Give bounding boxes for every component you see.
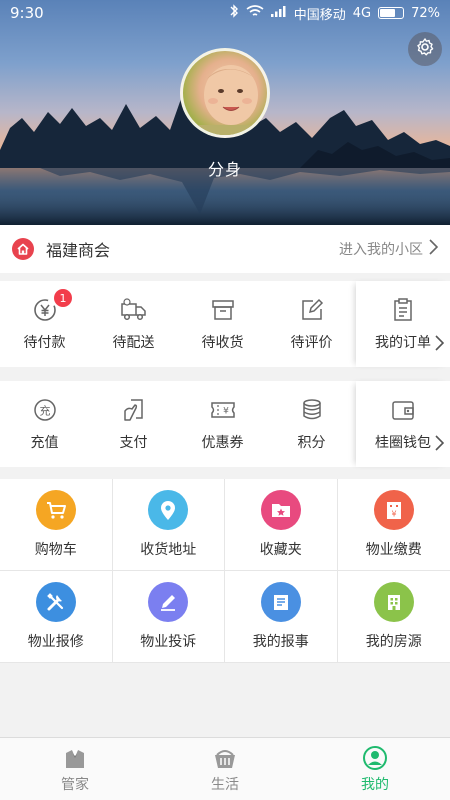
gear-icon: [415, 37, 435, 61]
community-bar[interactable]: 福建商会 进入我的小区: [0, 225, 450, 273]
service-complaint[interactable]: 物业投诉: [112, 571, 225, 663]
profile-header: 9:30 中国移动 4G 72% 分身: [0, 0, 450, 225]
wallet-item-label: 支付: [119, 435, 148, 451]
pen-icon: [148, 582, 189, 622]
tab-mine[interactable]: 我的: [300, 738, 450, 800]
service-label: 物业投诉: [140, 634, 197, 650]
service-label: 购物车: [34, 542, 77, 558]
tab-life[interactable]: 生活: [150, 738, 300, 800]
service-label: 收货地址: [140, 542, 197, 558]
user-icon: [363, 745, 387, 770]
service-my-reports[interactable]: 我的报事: [225, 571, 338, 663]
service-property-fee[interactable]: ¥ 物业缴费: [337, 479, 450, 571]
svg-text:¥: ¥: [223, 407, 229, 417]
wallet-item-label: 积分: [297, 435, 326, 451]
newspaper-icon: [260, 582, 301, 622]
folder-star-icon: [260, 490, 301, 530]
basket-icon: [215, 749, 235, 768]
wallet-recharge[interactable]: 充 充值: [0, 381, 89, 467]
tab-butler[interactable]: 管家: [0, 738, 150, 800]
service-repair[interactable]: 物业报修: [0, 571, 113, 663]
recharge-icon: 充: [33, 399, 56, 421]
services-grid: 购物车 收货地址 收藏夹 ¥ 物业缴费 物业报修 物业投诉 我的报事 我的房源: [0, 479, 450, 663]
my-orders-link[interactable]: 我的订单: [356, 281, 450, 367]
wallet-item-label: 充值: [30, 435, 59, 451]
service-label: 物业缴费: [365, 542, 422, 558]
pending-payment-badge: 1: [54, 289, 72, 307]
service-label: 我的报事: [252, 634, 309, 650]
order-pending-delivery[interactable]: 待配送: [89, 281, 178, 367]
clipboard-icon: [394, 298, 412, 321]
box-icon: [211, 300, 234, 320]
status-bar: 9:30 中国移动 4G 72%: [0, 0, 450, 26]
order-item-label: 待配送: [112, 335, 155, 351]
service-label: 我的房源: [365, 634, 422, 650]
order-pending-receipt[interactable]: 待收货: [178, 281, 267, 367]
chevron-right-icon: [435, 335, 445, 355]
tab-label: 管家: [61, 776, 89, 793]
wallet-pay[interactable]: 支付: [89, 381, 178, 467]
tab-label: 我的: [361, 776, 389, 793]
edit-icon: [301, 298, 323, 320]
bluetooth-icon: [229, 4, 239, 22]
wallet-item-label: 优惠券: [201, 435, 244, 451]
status-time: 9:30: [10, 4, 44, 22]
battery-percent: 72%: [411, 5, 440, 21]
chevron-right-icon: [435, 435, 445, 455]
carrier-name: 中国移动: [293, 7, 346, 23]
order-item-label: 待评价: [290, 335, 333, 351]
order-item-label: 待付款: [23, 335, 66, 351]
service-address[interactable]: 收货地址: [112, 479, 225, 571]
orders-row: 待付款 1 待配送 待收货 待评价 我的订单: [0, 281, 450, 367]
truck-icon: [120, 298, 146, 321]
tab-label: 生活: [211, 776, 239, 793]
wifi-icon: [246, 4, 264, 22]
order-pending-payment[interactable]: 待付款 1: [0, 281, 89, 367]
wallet-label: 桂圈钱包: [375, 435, 431, 451]
service-shopping-cart[interactable]: 购物车: [0, 479, 113, 571]
coupon-icon: ¥: [210, 402, 235, 418]
profile-name[interactable]: 分身: [0, 156, 450, 180]
avatar[interactable]: [180, 48, 270, 138]
network-type: 4G: [352, 5, 372, 21]
settings-button[interactable]: [408, 32, 442, 66]
service-my-property[interactable]: 我的房源: [337, 571, 450, 663]
signal-icon: [270, 5, 287, 21]
bottom-nav: 管家 生活 我的: [0, 737, 450, 800]
battery-fill: [380, 9, 396, 17]
tools-icon: [35, 582, 76, 622]
purse-icon: [392, 401, 414, 420]
cart-icon: [35, 490, 76, 530]
wallet-coupon[interactable]: ¥ 优惠券: [178, 381, 267, 467]
wallet-row: 充 充值 支付 ¥ 优惠券 积分 桂圈钱包: [0, 381, 450, 467]
battery-icon: [378, 7, 405, 19]
wallet-points[interactable]: 积分: [267, 381, 356, 467]
butler-icon: [66, 749, 84, 768]
house-icon: [373, 582, 414, 622]
enter-community-label: 进入我的小区: [339, 242, 423, 258]
order-item-label: 待收货: [201, 335, 244, 351]
enter-community-link[interactable]: 进入我的小区: [339, 239, 439, 259]
svg-text:充: 充: [39, 404, 50, 418]
chevron-right-icon: [429, 239, 439, 259]
order-pending-review[interactable]: 待评价: [267, 281, 356, 367]
community-name: 福建商会: [46, 241, 111, 260]
service-label: 物业报修: [27, 634, 84, 650]
svg-text:¥: ¥: [391, 510, 396, 519]
service-label: 收藏夹: [259, 542, 302, 558]
building-fee-icon: ¥: [373, 490, 414, 530]
my-orders-label: 我的订单: [375, 335, 431, 351]
coins-icon: [302, 399, 321, 420]
location-icon: [148, 490, 189, 530]
service-favorites[interactable]: 收藏夹: [225, 479, 338, 571]
home-icon: [12, 238, 34, 260]
wallet-link[interactable]: 桂圈钱包: [356, 381, 450, 467]
pay-icon: [123, 399, 143, 421]
